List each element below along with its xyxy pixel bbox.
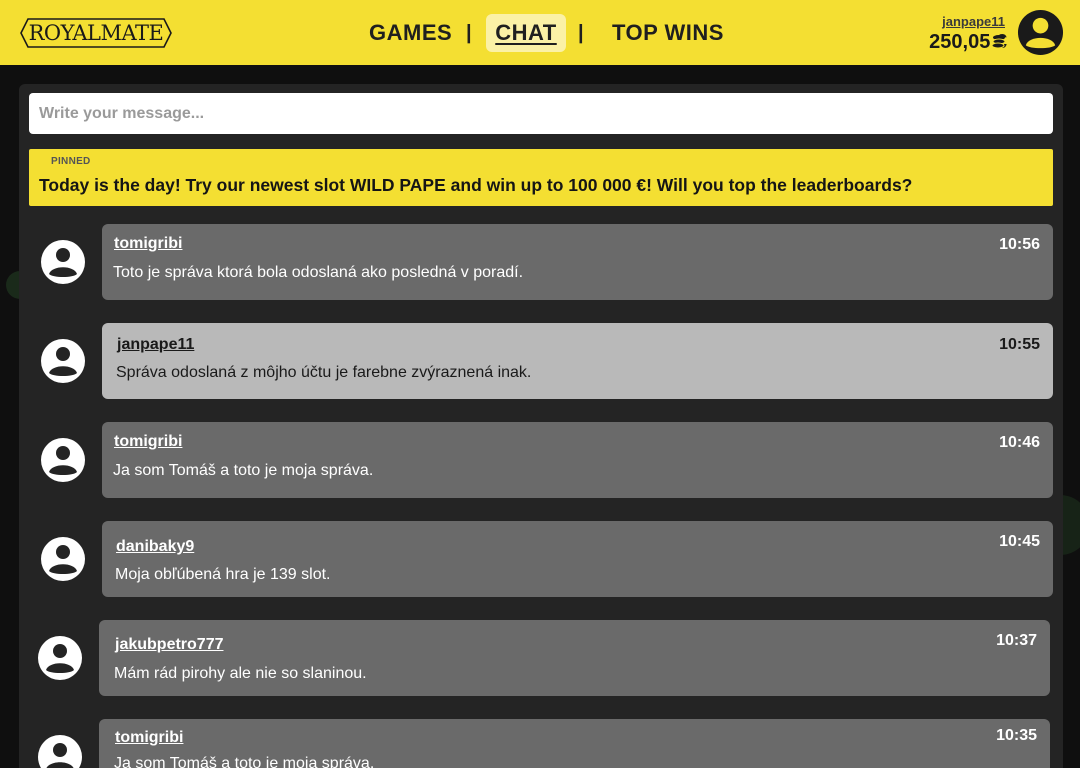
message-time: 10:46 bbox=[999, 434, 1040, 451]
chat-message: tomigribi 10:56 Toto je správa ktorá bol… bbox=[0, 224, 1080, 300]
message-username[interactable]: danibaky9 bbox=[116, 538, 194, 556]
avatar-icon[interactable] bbox=[38, 636, 82, 680]
header-username[interactable]: janpape11 bbox=[942, 14, 1005, 29]
message-bubble: jakubpetro777 10:37 Mám rád pirohy ale n… bbox=[99, 620, 1050, 696]
message-username[interactable]: tomigribi bbox=[115, 729, 183, 747]
top-header: ROYALMATE GAMES | CHAT | TOP WINS janpap… bbox=[0, 0, 1080, 65]
nav-separator: | bbox=[578, 22, 584, 44]
avatar-icon[interactable] bbox=[38, 735, 82, 768]
message-username[interactable]: tomigribi bbox=[114, 433, 182, 451]
coins-icon bbox=[991, 35, 1006, 49]
message-time: 10:37 bbox=[996, 632, 1037, 649]
avatar-icon[interactable] bbox=[41, 537, 85, 581]
message-bubble: tomigribi 10:35 Ja som Tomáš a toto je m… bbox=[99, 719, 1050, 768]
message-username[interactable]: tomigribi bbox=[114, 235, 182, 253]
message-text: Ja som Tomáš a toto je moja správa. bbox=[113, 462, 374, 479]
chat-message: tomigribi 10:35 Ja som Tomáš a toto je m… bbox=[0, 719, 1080, 768]
avatar-icon[interactable] bbox=[41, 240, 85, 284]
message-bubble-own: janpape11 10:55 Správa odoslaná z môjho … bbox=[102, 323, 1053, 399]
message-time: 10:35 bbox=[996, 727, 1037, 744]
nav-chat[interactable]: CHAT bbox=[486, 14, 566, 52]
nav-games[interactable]: GAMES bbox=[369, 14, 452, 52]
message-bubble: danibaky9 10:45 Moja obľúbená hra je 139… bbox=[102, 521, 1053, 597]
message-text: Toto je správa ktorá bola odoslaná ako p… bbox=[113, 264, 524, 281]
message-text: Správa odoslaná z môjho účtu je farebne … bbox=[116, 364, 532, 381]
logo-text: ROYALMATE bbox=[28, 21, 164, 45]
message-bubble: tomigribi 10:46 Ja som Tomáš a toto je m… bbox=[102, 422, 1053, 498]
chat-message-own: janpape11 10:55 Správa odoslaná z môjho … bbox=[0, 323, 1080, 399]
pinned-message: PINNED Today is the day! Try our newest … bbox=[29, 149, 1053, 206]
message-bubble: tomigribi 10:56 Toto je správa ktorá bol… bbox=[102, 224, 1053, 300]
chat-message: tomigribi 10:46 Ja som Tomáš a toto je m… bbox=[0, 422, 1080, 498]
message-input[interactable] bbox=[29, 93, 1053, 134]
chat-message: danibaky9 10:45 Moja obľúbená hra je 139… bbox=[0, 521, 1080, 597]
chat-message: jakubpetro777 10:37 Mám rád pirohy ale n… bbox=[0, 620, 1080, 696]
message-text: Moja obľúbená hra je 139 slot. bbox=[115, 566, 331, 583]
nav-separator: | bbox=[466, 22, 472, 44]
royalmate-logo[interactable]: ROYALMATE bbox=[20, 17, 172, 49]
user-avatar-icon[interactable] bbox=[1017, 9, 1064, 56]
message-username[interactable]: jakubpetro777 bbox=[115, 636, 223, 654]
nav-top-wins[interactable]: TOP WINS bbox=[612, 14, 724, 52]
pinned-text: Today is the day! Try our newest slot WI… bbox=[39, 175, 913, 195]
message-time: 10:56 bbox=[999, 236, 1040, 253]
message-time: 10:45 bbox=[999, 533, 1040, 550]
avatar-icon[interactable] bbox=[41, 438, 85, 482]
avatar-icon[interactable] bbox=[41, 339, 85, 383]
message-username[interactable]: janpape11 bbox=[117, 336, 194, 354]
message-text: Mám rád pirohy ale nie so slaninou. bbox=[114, 665, 367, 682]
pinned-label: PINNED bbox=[51, 156, 91, 167]
message-text: Ja som Tomáš a toto je moja správa. bbox=[114, 755, 375, 768]
message-time: 10:55 bbox=[999, 336, 1040, 353]
